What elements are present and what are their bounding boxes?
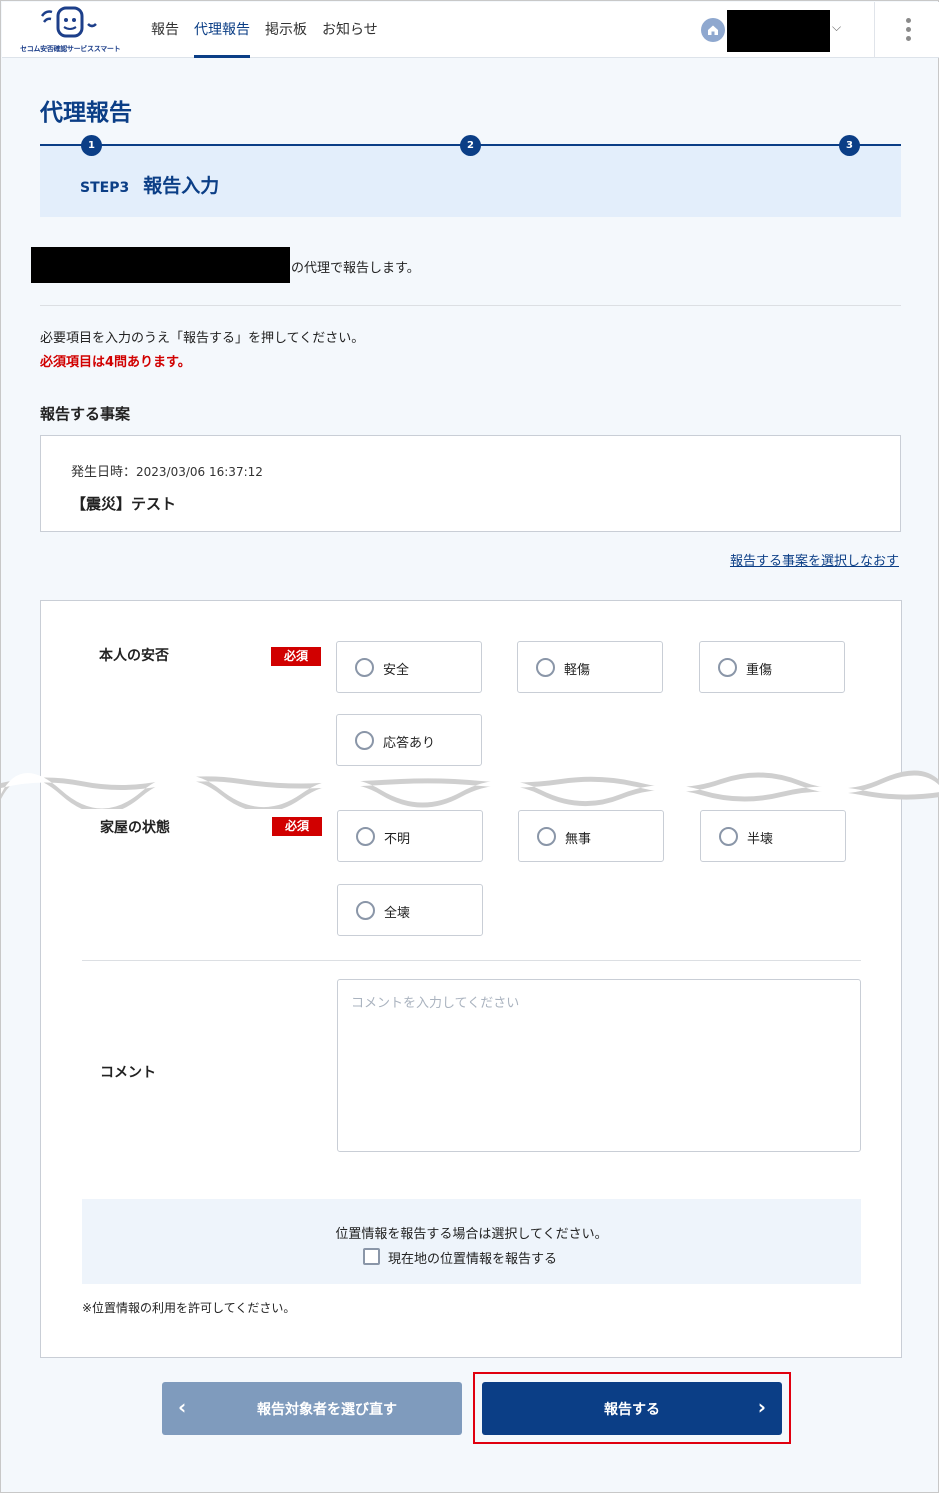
header-divider	[874, 2, 875, 58]
house-question-label: 家屋の状態	[100, 820, 170, 836]
radio-icon[interactable]	[536, 658, 555, 677]
submit-report-button[interactable]: 報告する ›	[482, 1382, 782, 1435]
current-step-label: STEP3 報告入力	[80, 171, 219, 198]
incident-name: 【震災】テスト	[71, 495, 177, 513]
secom-logo[interactable]: セコム安否確認サービススマート	[20, 6, 122, 54]
required-badge: 必須	[272, 817, 322, 836]
radio-icon[interactable]	[537, 827, 556, 846]
step-name: 報告入力	[143, 175, 220, 197]
reselect-target-label: 報告対象者を選び直す	[257, 1402, 397, 1418]
incident-date-value: 2023/03/06 16:37:12	[136, 465, 263, 479]
option-label: 軽傷	[564, 663, 591, 678]
app-window: セコム安否確認サービススマート 報告 代理報告 掲示板 お知らせ ⌵ 代理報告 …	[0, 0, 939, 1493]
app-header: セコム安否確認サービススマート 報告 代理報告 掲示板 お知らせ ⌵	[2, 2, 939, 58]
house-option-intact[interactable]: 無事	[518, 810, 664, 862]
radio-icon[interactable]	[355, 658, 374, 677]
radio-icon[interactable]	[718, 658, 737, 677]
comment-textarea[interactable]	[337, 979, 861, 1152]
location-prompt: 位置情報を報告する場合は選択してください。	[335, 1227, 608, 1242]
house-option-unknown[interactable]: 不明	[337, 810, 483, 862]
submit-report-label: 報告する	[604, 1402, 660, 1418]
proxy-statement: の代理で報告します。	[291, 261, 420, 276]
nav-proxy-report[interactable]: 代理報告	[194, 2, 250, 58]
main-nav: 報告 代理報告 掲示板 お知らせ	[151, 2, 393, 58]
reselect-incident-link[interactable]: 報告する事案を選択しなおす	[730, 550, 899, 569]
safety-question-label: 本人の安否	[99, 648, 169, 664]
chevron-down-icon[interactable]: ⌵	[832, 20, 841, 35]
option-label: 全壊	[384, 906, 411, 921]
incident-datetime: 発生日時：2023/03/06 16:37:12	[71, 461, 263, 480]
incident-card: 発生日時：2023/03/06 16:37:12 【震災】テスト	[40, 435, 901, 532]
stepper: 1 2 3 STEP3 報告入力	[40, 134, 901, 217]
chevron-right-icon: ›	[757, 1395, 766, 1419]
option-label: 半壊	[747, 832, 774, 847]
page-title: 代理報告	[40, 100, 132, 126]
logo-text: セコム安否確認サービススマート	[20, 45, 121, 53]
step-number: STEP3	[80, 180, 130, 196]
user-name-redacted[interactable]	[727, 10, 830, 52]
option-label: 無事	[565, 832, 592, 847]
nav-report[interactable]: 報告	[151, 2, 179, 58]
form-divider	[82, 960, 861, 961]
safety-option-safe[interactable]: 安全	[336, 641, 482, 693]
logo-face-icon	[40, 6, 97, 38]
safety-option-minor-injury[interactable]: 軽傷	[517, 641, 663, 693]
radio-icon[interactable]	[356, 901, 375, 920]
more-menu-icon[interactable]	[898, 16, 918, 44]
option-label: 応答あり	[383, 736, 436, 751]
radio-icon[interactable]	[356, 827, 375, 846]
step-1-dot: 1	[81, 135, 102, 156]
location-permission-note: ※位置情報の利用を許可してください。	[82, 1301, 296, 1315]
safety-option-serious-injury[interactable]: 重傷	[699, 641, 845, 693]
step-2-dot: 2	[460, 135, 481, 156]
section-divider	[40, 305, 901, 306]
required-badge: 必須	[271, 647, 321, 666]
home-icon[interactable]	[701, 18, 725, 42]
location-panel: 位置情報を報告する場合は選択してください。 現在地の位置情報を報告する	[82, 1199, 861, 1284]
location-checkbox[interactable]	[363, 1248, 380, 1265]
instruction-text: 必要項目を入力のうえ「報告する」を押してください。	[40, 331, 365, 346]
required-count-note: 必須項目は4問あります。	[40, 355, 191, 370]
proxy-target-name-redacted	[31, 247, 290, 283]
incident-date-label: 発生日時：	[71, 465, 137, 480]
option-label: 安全	[383, 663, 410, 678]
incident-heading: 報告する事案	[40, 405, 131, 423]
comment-label: コメント	[100, 1065, 156, 1081]
location-checkbox-label[interactable]: 現在地の位置情報を報告する	[388, 1248, 557, 1267]
content-omission-wave	[1, 770, 939, 809]
house-option-half-destroyed[interactable]: 半壊	[700, 810, 846, 862]
nav-bulletin-board[interactable]: 掲示板	[265, 2, 307, 58]
radio-icon[interactable]	[719, 827, 738, 846]
house-option-destroyed[interactable]: 全壊	[337, 884, 483, 936]
step-3-dot: 3	[839, 135, 860, 156]
option-label: 重傷	[746, 663, 773, 678]
radio-icon[interactable]	[355, 731, 374, 750]
nav-notices[interactable]: お知らせ	[322, 2, 378, 58]
reselect-target-button[interactable]: ‹ 報告対象者を選び直す	[162, 1382, 462, 1435]
safety-option-responded[interactable]: 応答あり	[336, 714, 482, 766]
option-label: 不明	[384, 832, 411, 847]
